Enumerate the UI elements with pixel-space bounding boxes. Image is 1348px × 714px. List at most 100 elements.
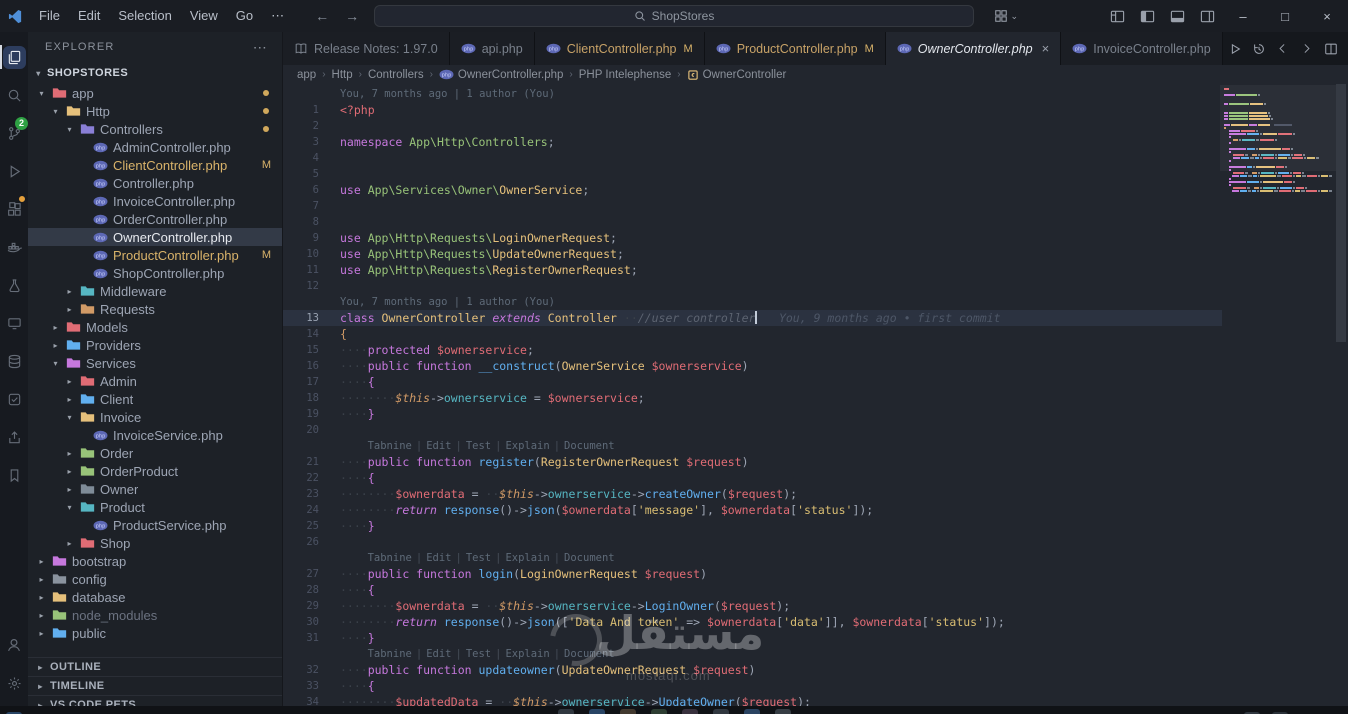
codelens-link[interactable]: Explain xyxy=(505,648,549,660)
code-line-33[interactable]: 33 ····{ xyxy=(283,678,1222,694)
folder-database[interactable]: ▸ database xyxy=(28,588,282,606)
folder-public[interactable]: ▸ public xyxy=(28,624,282,642)
code-line-25[interactable]: 25 ····} xyxy=(283,518,1222,534)
more-button[interactable]: ⋯ xyxy=(1343,32,1348,65)
codelens-link[interactable]: Explain xyxy=(505,440,549,452)
code-line-1[interactable]: 1 <?php xyxy=(283,102,1222,118)
codelens-link[interactable]: You, 7 months ago | 1 author (You) xyxy=(340,296,555,308)
code-line-5[interactable]: 5 xyxy=(283,166,1222,182)
activity-todo-tree[interactable] xyxy=(0,380,28,418)
activity-settings[interactable] xyxy=(0,664,28,702)
toggle-secondary-sidebar-button[interactable] xyxy=(1192,0,1222,32)
close-button[interactable]: × xyxy=(1306,0,1348,32)
taskbar-icon[interactable] xyxy=(774,709,791,714)
activity-testing[interactable] xyxy=(0,266,28,304)
menu-edit[interactable]: Edit xyxy=(69,0,109,32)
tab-invoicecontroller-php[interactable]: php InvoiceController.php xyxy=(1061,32,1223,65)
activity-database[interactable] xyxy=(0,342,28,380)
code-line-3[interactable]: 3 namespace App\Http\Controllers; xyxy=(283,134,1222,150)
menu-selection[interactable]: Selection xyxy=(109,0,180,32)
codelens-link[interactable]: Test xyxy=(466,440,491,452)
file-shopcontroller-php[interactable]: php ShopController.php xyxy=(28,264,282,282)
code-line-28[interactable]: 28 ····{ xyxy=(283,582,1222,598)
taskbar-icon[interactable] xyxy=(588,709,605,714)
section-timeline[interactable]: ▸ TIMELINE xyxy=(28,676,282,695)
command-center-search[interactable]: ShopStores xyxy=(374,5,974,27)
activity-search[interactable] xyxy=(0,76,28,114)
maximize-button[interactable]: □ xyxy=(1264,0,1306,32)
code-line-4[interactable]: 4 xyxy=(283,150,1222,166)
codelens-link[interactable]: Tabnine xyxy=(368,648,412,660)
code-line-19[interactable]: 19 ····} xyxy=(283,406,1222,422)
minimap-slider[interactable] xyxy=(1220,85,1336,171)
file-controller-php[interactable]: php Controller.php xyxy=(28,174,282,192)
menu-view[interactable]: View xyxy=(181,0,227,32)
file-ordercontroller-php[interactable]: php OrderController.php xyxy=(28,210,282,228)
activity-explorer[interactable] xyxy=(0,38,28,76)
codelens-link[interactable]: Edit xyxy=(426,552,451,564)
code-line-14[interactable]: 14 { xyxy=(283,326,1222,342)
code-line-30[interactable]: 30 ········return response()->json(['Data… xyxy=(283,614,1222,630)
code-line-8[interactable]: 8 xyxy=(283,214,1222,230)
codelens-link[interactable]: Document xyxy=(564,440,615,452)
nav-forward-icon[interactable]: → xyxy=(345,8,359,24)
folder-middleware[interactable]: ▸ Middleware xyxy=(28,282,282,300)
code-line-20[interactable]: 20 xyxy=(283,422,1222,438)
code-line-27[interactable]: 27 ····public function login(LoginOwnerRe… xyxy=(283,566,1222,582)
project-root-row[interactable]: ▾ SHOPSTORES xyxy=(28,62,282,84)
breadcrumb-item-php-intelephense[interactable]: PHP Intelephense xyxy=(579,69,672,81)
folder-client[interactable]: ▸ Client xyxy=(28,390,282,408)
folder-order[interactable]: ▸ Order xyxy=(28,444,282,462)
codelens-link[interactable]: Tabnine xyxy=(368,552,412,564)
folder-bootstrap[interactable]: ▸ bootstrap xyxy=(28,552,282,570)
toggle-panel-button[interactable] xyxy=(1162,0,1192,32)
taskbar-icon[interactable] xyxy=(557,709,574,714)
folder-owner[interactable]: ▸ Owner xyxy=(28,480,282,498)
profile-grid-menu[interactable]: ⌄ xyxy=(994,9,1018,23)
code-line-18[interactable]: 18 ········$this->ownerservice = $ownerse… xyxy=(283,390,1222,406)
run-button[interactable] xyxy=(1223,32,1247,65)
codelens-link[interactable]: Tabnine xyxy=(368,440,412,452)
codelens-link[interactable]: Document xyxy=(564,648,615,660)
activity-run-debug[interactable] xyxy=(0,152,28,190)
codelens-link[interactable]: Edit xyxy=(426,648,451,660)
code-line-15[interactable]: 15 ····protected $ownerservice; xyxy=(283,342,1222,358)
file-invoiceservice-php[interactable]: php InvoiceService.php xyxy=(28,426,282,444)
folder-invoice[interactable]: ▾ Invoice xyxy=(28,408,282,426)
explorer-more-actions-icon[interactable]: ⋯ xyxy=(253,39,268,56)
taskbar-icon[interactable] xyxy=(619,709,636,714)
codelens-link[interactable]: Test xyxy=(466,648,491,660)
taskbar-icon[interactable] xyxy=(650,709,667,714)
codelens-link[interactable]: Edit xyxy=(426,440,451,452)
tab-ownercontroller-php[interactable]: php OwnerController.php × xyxy=(885,32,1062,65)
split-editor-button[interactable] xyxy=(1319,32,1343,65)
minimize-button[interactable]: – xyxy=(1222,0,1264,32)
folder-controllers[interactable]: ▾ Controllers xyxy=(28,120,282,138)
file-ownercontroller-php[interactable]: php OwnerController.php xyxy=(28,228,282,246)
code-line-13[interactable]: 13 class OwnerController extends Controll… xyxy=(283,310,1222,326)
menu-go[interactable]: Go xyxy=(227,0,262,32)
folder-requests[interactable]: ▸ Requests xyxy=(28,300,282,318)
folder-node-modules[interactable]: ▸ node_modules xyxy=(28,606,282,624)
activity-account[interactable] xyxy=(0,626,28,664)
code-line-11[interactable]: 11 use App\Http\Requests\RegisterOwnerReq… xyxy=(283,262,1222,278)
activity-extensions[interactable] xyxy=(0,190,28,228)
code-line-2[interactable]: 2 xyxy=(283,118,1222,134)
code-line-32[interactable]: 32 ····public function updateowner(Update… xyxy=(283,662,1222,678)
code-line-24[interactable]: 24 ········return response()->json($owner… xyxy=(283,502,1222,518)
folder-admin[interactable]: ▸ Admin xyxy=(28,372,282,390)
file-productcontroller-php[interactable]: php ProductController.php M xyxy=(28,246,282,264)
codelens-link[interactable]: You, 7 months ago | 1 author (You) xyxy=(340,88,555,100)
nav-back-icon[interactable]: ← xyxy=(315,8,329,24)
tab-close-icon[interactable]: × xyxy=(1042,41,1050,56)
folder-http[interactable]: ▾ Http xyxy=(28,102,282,120)
taskbar-icon[interactable] xyxy=(681,709,698,714)
codelens-link[interactable]: Document xyxy=(564,552,615,564)
code-line-12[interactable]: 12 xyxy=(283,278,1222,294)
forward-button[interactable] xyxy=(1295,32,1319,65)
back-button[interactable] xyxy=(1271,32,1295,65)
activity-share[interactable] xyxy=(0,418,28,456)
breadcrumb-item-app[interactable]: app xyxy=(297,69,316,81)
file-admincontroller-php[interactable]: php AdminController.php xyxy=(28,138,282,156)
codelens-link[interactable]: Explain xyxy=(505,552,549,564)
